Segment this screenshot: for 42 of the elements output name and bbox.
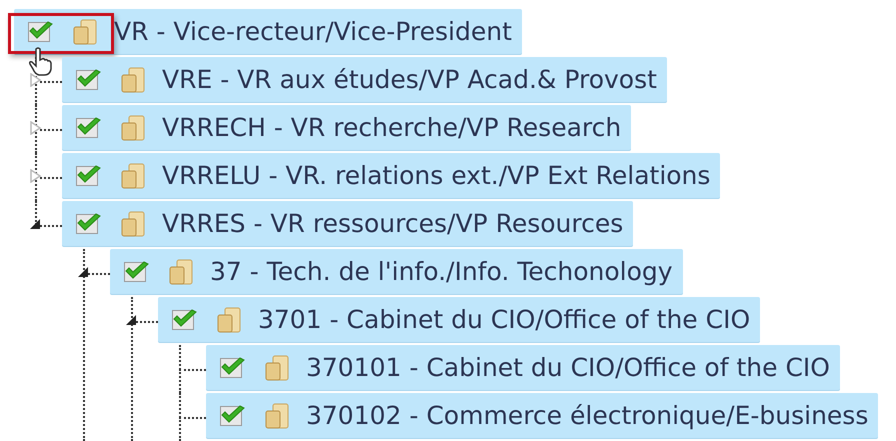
folder-icon — [216, 306, 242, 334]
tree-row[interactable]: 370102 - Commerce électronique/E-business — [206, 393, 878, 438]
folder-icon — [168, 258, 194, 286]
folder-icon — [264, 402, 290, 430]
tree-label: 370101 - Cabinet du CIO/Office of the CIO — [306, 353, 830, 382]
expanded-toggle-icon[interactable] — [76, 265, 90, 279]
tree-label: VR - Vice-recteur/Vice-President — [114, 17, 512, 46]
tree-row[interactable]: 3701 - Cabinet du CIO/Office of the CIO — [158, 297, 760, 342]
tree-label: 3701 - Cabinet du CIO/Office of the CIO — [258, 305, 750, 334]
tree-label: VRRELU - VR. relations ext./VP Ext Relations — [162, 161, 710, 190]
tree-row[interactable]: VRE - VR aux études/VP Acad.& Provost — [62, 57, 667, 102]
folder-icon — [72, 18, 98, 46]
tree-row[interactable]: 37 - Tech. de l'info./Info. Techonology — [110, 249, 683, 294]
tree-row[interactable]: VRRECH - VR recherche/VP Research — [62, 105, 632, 150]
tree-row[interactable]: VRRES - VR ressources/VP Resources — [62, 201, 634, 246]
checkbox[interactable] — [76, 214, 98, 234]
expanded-toggle-icon[interactable] — [28, 217, 42, 231]
checkbox[interactable] — [220, 358, 242, 378]
checkbox[interactable] — [76, 166, 98, 186]
expanded-toggle-icon[interactable] — [124, 313, 138, 327]
tree-label: VRRECH - VR recherche/VP Research — [162, 113, 622, 142]
hand-cursor-icon — [28, 47, 54, 77]
checkbox[interactable] — [76, 118, 98, 138]
checkbox[interactable] — [124, 262, 146, 282]
tree-label: 37 - Tech. de l'info./Info. Techonology — [210, 257, 673, 286]
checkbox[interactable] — [76, 70, 98, 90]
collapsed-toggle-icon[interactable] — [28, 169, 42, 183]
folder-icon — [120, 66, 146, 94]
folder-icon — [264, 354, 290, 382]
folder-icon — [120, 162, 146, 190]
tree-row[interactable]: VRRELU - VR. relations ext./VP Ext Relations — [62, 153, 720, 198]
tree-label: 370102 - Commerce électronique/E-business — [306, 401, 868, 430]
checkbox[interactable] — [172, 310, 194, 330]
tree-row[interactable]: 370101 - Cabinet du CIO/Office of the CIO — [206, 345, 840, 390]
collapsed-toggle-icon[interactable] — [28, 121, 42, 135]
collapsed-toggle-icon[interactable] — [28, 73, 42, 87]
folder-icon — [120, 210, 146, 238]
folder-icon — [120, 114, 146, 142]
tree-label: VRRES - VR ressources/VP Resources — [162, 209, 624, 238]
checkbox[interactable] — [220, 406, 242, 426]
checkbox[interactable] — [28, 22, 50, 42]
tree-label: VRE - VR aux études/VP Acad.& Provost — [162, 65, 657, 94]
